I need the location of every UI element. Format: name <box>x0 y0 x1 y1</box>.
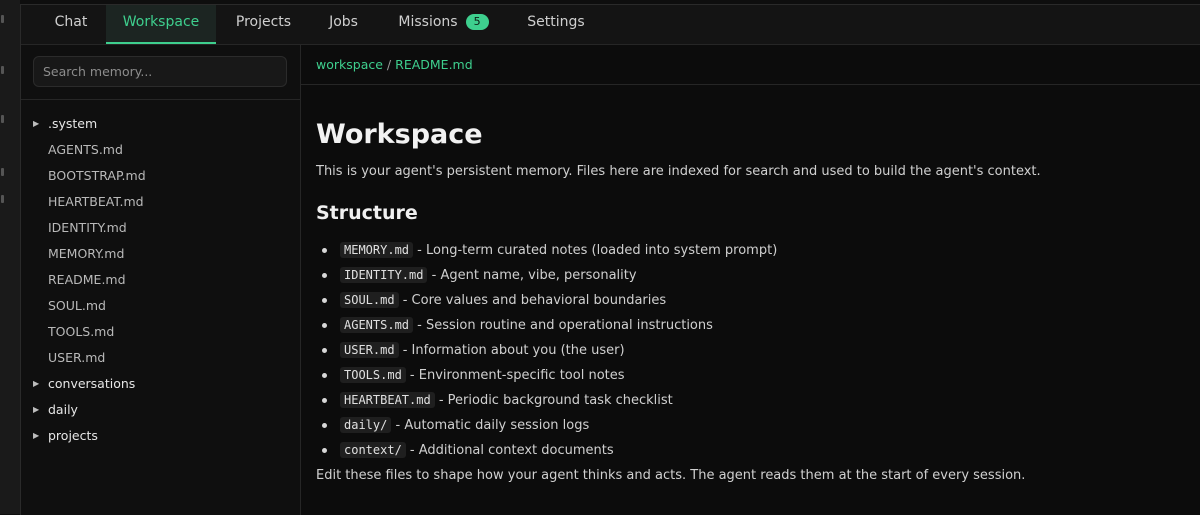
bullet-icon <box>322 323 327 328</box>
bullet-icon <box>322 273 327 278</box>
tree-folder-projects[interactable]: ▶ projects <box>21 423 300 449</box>
inline-code: MEMORY.md <box>340 242 414 258</box>
tab-workspace[interactable]: Workspace <box>106 5 216 44</box>
list-item-text: - Session routine and operational instru… <box>413 318 713 333</box>
inline-code: TOOLS.md <box>340 367 406 383</box>
list-item-text: - Core values and behavioral boundaries <box>398 293 667 308</box>
caret-right-icon: ▶ <box>33 119 40 128</box>
tab-label: Chat <box>54 14 88 30</box>
list-item: TOOLS.md - Environment-specific tool not… <box>316 363 777 388</box>
list-item-text: - Additional context documents <box>405 443 614 458</box>
tab-label: Settings <box>527 14 585 30</box>
bullet-icon <box>322 248 327 253</box>
list-item-text: - Long-term curated notes (loaded into s… <box>413 243 778 258</box>
document-outro: Edit these files to shape how your agent… <box>316 468 1026 483</box>
list-item: MEMORY.md - Long-term curated notes (loa… <box>316 238 777 263</box>
tree-folder-system[interactable]: ▶ .system <box>21 111 300 137</box>
list-item-text: - Automatic daily session logs <box>391 418 590 433</box>
breadcrumb-workspace-link[interactable]: workspace <box>316 57 383 72</box>
tab-projects[interactable]: Projects <box>226 5 301 44</box>
bullet-icon <box>322 348 327 353</box>
file-tree: ▶ .system AGENTS.md BOOTSTRAP.md HEARTBEA… <box>21 111 300 449</box>
tree-file-heartbeat[interactable]: HEARTBEAT.md <box>21 189 300 215</box>
inline-code: SOUL.md <box>340 292 399 308</box>
caret-right-icon: ▶ <box>33 431 40 440</box>
breadcrumb: workspace / README.md <box>301 45 1200 85</box>
tree-file-soul[interactable]: SOUL.md <box>21 293 300 319</box>
list-item: USER.md - Information about you (the use… <box>316 338 777 363</box>
tab-jobs[interactable]: Jobs <box>316 5 371 44</box>
edge-marker <box>1 15 4 23</box>
memory-sidebar: ▶ .system AGENTS.md BOOTSTRAP.md HEARTBEA… <box>21 45 301 515</box>
tab-label: Missions <box>398 14 458 30</box>
bullet-icon <box>322 423 327 428</box>
app-window: Chat Workspace Projects Jobs Missions 5 S… <box>20 4 1200 515</box>
tree-file-agents[interactable]: AGENTS.md <box>21 137 300 163</box>
tree-folder-label: daily <box>48 402 78 417</box>
markdown-document: Workspace This is your agent's persisten… <box>316 115 1176 483</box>
list-item-text: - Information about you (the user) <box>398 343 625 358</box>
left-window-edge <box>0 0 20 514</box>
tree-folder-label: projects <box>48 428 98 443</box>
tree-file-memory[interactable]: MEMORY.md <box>21 241 300 267</box>
edge-marker <box>1 66 4 74</box>
bullet-icon <box>322 398 327 403</box>
tree-folder-conversations[interactable]: ▶ conversations <box>21 371 300 397</box>
breadcrumb-separator: / <box>386 57 392 72</box>
bullet-icon <box>322 298 327 303</box>
bullet-icon <box>322 373 327 378</box>
edge-marker <box>1 195 4 203</box>
missions-count-badge: 5 <box>465 14 489 30</box>
inline-code: context/ <box>340 442 406 458</box>
structure-list: MEMORY.md - Long-term curated notes (loa… <box>316 238 777 463</box>
tree-file-tools[interactable]: TOOLS.md <box>21 319 300 345</box>
inline-code: HEARTBEAT.md <box>340 392 435 408</box>
tree-file-bootstrap[interactable]: BOOTSTRAP.md <box>21 163 300 189</box>
tab-label: Projects <box>235 14 292 30</box>
tab-chat[interactable]: Chat <box>41 5 101 44</box>
tab-settings[interactable]: Settings <box>516 5 596 44</box>
list-item-text: - Agent name, vibe, personality <box>427 268 637 283</box>
tree-folder-label: conversations <box>48 376 136 391</box>
tab-bar: Chat Workspace Projects Jobs Missions 5 S… <box>21 5 1200 45</box>
tree-file-readme[interactable]: README.md <box>21 267 300 293</box>
tab-label: Workspace <box>122 14 200 30</box>
list-item-text: - Environment-specific tool notes <box>405 368 625 383</box>
tree-file-user[interactable]: USER.md <box>21 345 300 371</box>
bullet-icon <box>322 448 327 453</box>
inline-code: IDENTITY.md <box>340 267 428 283</box>
edge-marker <box>1 168 4 176</box>
document-title: Workspace <box>316 119 483 150</box>
document-intro: This is your agent's persistent memory. … <box>316 164 1041 179</box>
list-item: IDENTITY.md - Agent name, vibe, personal… <box>316 263 777 288</box>
document-viewer: workspace / README.md Workspace This is yo… <box>301 45 1200 515</box>
breadcrumb-file-link[interactable]: README.md <box>395 57 473 72</box>
tab-label: Jobs <box>329 14 358 30</box>
list-item: context/ - Additional context documents <box>316 438 777 463</box>
inline-code: USER.md <box>340 342 399 358</box>
structure-heading: Structure <box>316 202 418 224</box>
tab-missions[interactable]: Missions 5 <box>391 5 496 44</box>
list-item-text: - Periodic background task checklist <box>434 393 673 408</box>
caret-right-icon: ▶ <box>33 379 40 388</box>
list-item: SOUL.md - Core values and behavioral bou… <box>316 288 777 313</box>
list-item: AGENTS.md - Session routine and operatio… <box>316 313 777 338</box>
tree-folder-label: .system <box>48 116 98 131</box>
search-area <box>21 45 300 100</box>
list-item: daily/ - Automatic daily session logs <box>316 413 777 438</box>
list-item: HEARTBEAT.md - Periodic background task … <box>316 388 777 413</box>
inline-code: AGENTS.md <box>340 317 414 333</box>
tree-file-identity[interactable]: IDENTITY.md <box>21 215 300 241</box>
edge-marker <box>1 115 4 123</box>
caret-right-icon: ▶ <box>33 405 40 414</box>
inline-code: daily/ <box>340 417 392 433</box>
tree-folder-daily[interactable]: ▶ daily <box>21 397 300 423</box>
search-memory-input[interactable] <box>33 56 287 87</box>
